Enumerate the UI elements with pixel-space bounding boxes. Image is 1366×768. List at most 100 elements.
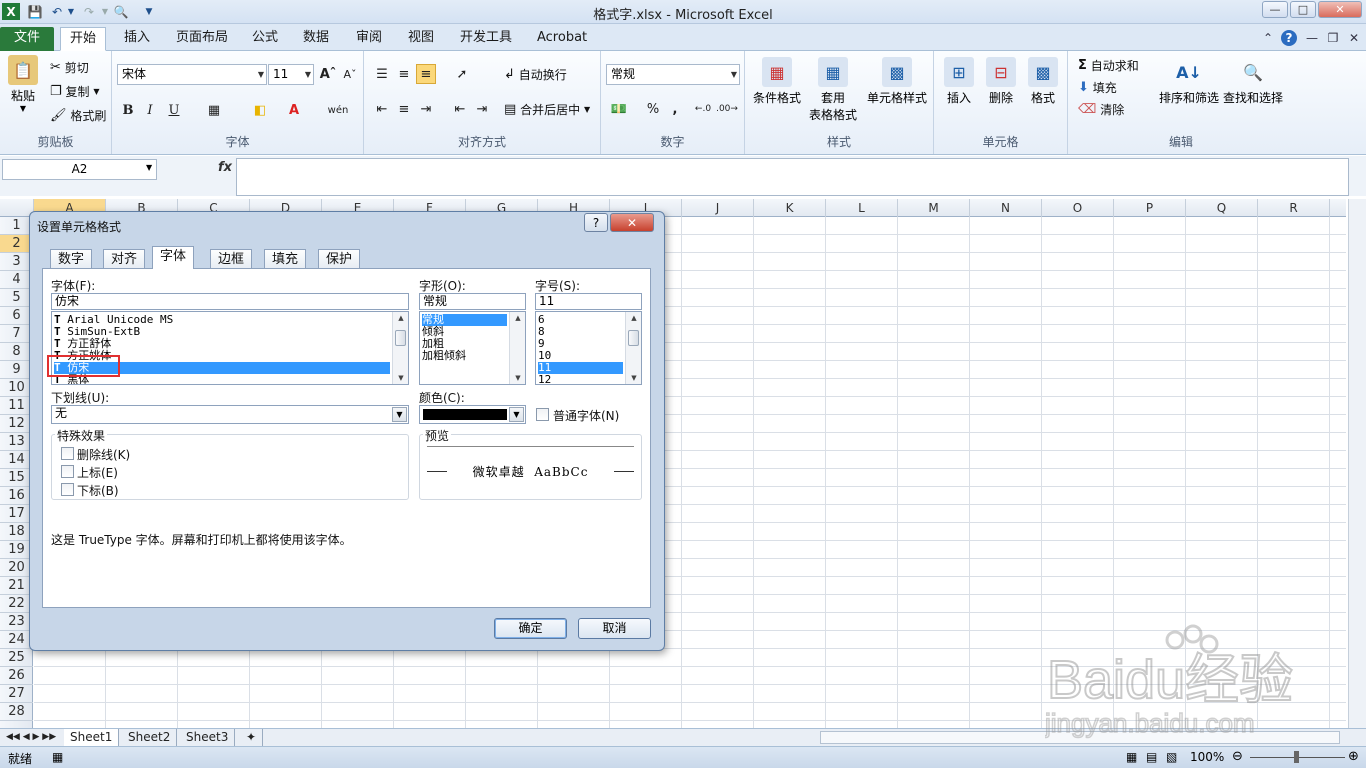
align-middle-icon[interactable]: ≡: [394, 64, 414, 84]
minimize-button[interactable]: —: [1262, 1, 1288, 18]
dialog-help-button[interactable]: ?: [584, 213, 608, 232]
sheet-tab-3[interactable]: Sheet3: [180, 729, 236, 746]
align-left-icon[interactable]: ⇤: [372, 99, 392, 119]
size-list-item[interactable]: 8: [538, 326, 623, 338]
underline-icon[interactable]: U: [164, 100, 184, 120]
font-input[interactable]: 仿宋: [51, 293, 409, 310]
style-list-item[interactable]: 加粗倾斜: [422, 350, 507, 362]
tab-review[interactable]: 审阅: [347, 27, 391, 51]
tab-developer[interactable]: 开发工具: [451, 27, 521, 51]
zoom-slider-thumb[interactable]: [1294, 751, 1299, 763]
tab-acrobat[interactable]: Acrobat: [528, 27, 596, 51]
subscript-checkbox[interactable]: [61, 483, 74, 496]
scroll-down-icon[interactable]: ▼: [393, 372, 408, 384]
size-list-item[interactable]: 12: [538, 374, 623, 385]
doc-minimize-icon[interactable]: —: [1304, 30, 1320, 46]
phonetic-icon[interactable]: wén: [328, 100, 349, 120]
format-painter-button[interactable]: 🖌 格式刷: [50, 107, 106, 124]
scroll-down-icon[interactable]: ▼: [510, 372, 525, 384]
increase-decimal-icon[interactable]: ←.0: [693, 99, 713, 119]
row-header-25[interactable]: 25: [0, 649, 33, 667]
font-list-scrollbar[interactable]: ▲ ▼: [392, 312, 408, 384]
copy-button[interactable]: ❐ 复制 ▼: [50, 83, 99, 100]
column-header-j[interactable]: J: [682, 199, 754, 217]
page-layout-view-icon[interactable]: ▤: [1146, 750, 1157, 764]
delete-cells-button[interactable]: ⊟ 删除: [982, 57, 1020, 106]
vertical-scrollbar[interactable]: [1348, 199, 1366, 728]
sheet-tab-1[interactable]: Sheet1: [64, 729, 120, 746]
find-select-button[interactable]: 🔍 查找和选择: [1222, 57, 1284, 106]
size-listbox[interactable]: 6 8 9 10 11 12 ▲ ▼: [535, 311, 642, 385]
color-select[interactable]: ▼: [419, 405, 526, 424]
align-bottom-icon[interactable]: ≡: [416, 64, 436, 84]
dialog-tab-border[interactable]: 边框: [210, 249, 253, 269]
tab-page-layout[interactable]: 页面布局: [167, 27, 237, 51]
row-header-26[interactable]: 26: [0, 667, 33, 685]
column-header-n[interactable]: N: [970, 199, 1042, 217]
insert-cells-button[interactable]: ⊞ 插入: [940, 57, 978, 106]
sheet-tab-2[interactable]: Sheet2: [122, 729, 178, 746]
page-break-view-icon[interactable]: ▧: [1166, 750, 1177, 764]
scroll-down-icon[interactable]: ▼: [626, 372, 641, 384]
new-sheet-icon[interactable]: ✦: [240, 729, 264, 746]
zoom-out-icon[interactable]: ⊖: [1232, 749, 1243, 764]
paste-button[interactable]: 📋 粘贴 ▼: [4, 55, 42, 113]
ok-button[interactable]: 确定: [494, 618, 567, 639]
decrease-decimal-icon[interactable]: .00→: [716, 99, 738, 119]
bold-icon[interactable]: B: [118, 100, 138, 120]
underline-select[interactable]: 无 ▼: [51, 405, 409, 424]
font-name-combo[interactable]: 宋体 ▼: [117, 64, 267, 85]
size-list-item[interactable]: 6: [538, 314, 623, 326]
tab-formulas[interactable]: 公式: [243, 27, 287, 51]
fill-button[interactable]: ⬇ 填充: [1078, 79, 1117, 96]
dialog-close-button[interactable]: ✕: [610, 213, 654, 232]
help-icon[interactable]: ?: [1281, 30, 1297, 46]
insert-function-icon[interactable]: fx: [218, 160, 232, 175]
formula-input[interactable]: [236, 158, 1349, 196]
column-header-m[interactable]: M: [898, 199, 970, 217]
normal-view-icon[interactable]: ▦: [1126, 750, 1137, 764]
accounting-format-icon[interactable]: 💵: [609, 99, 629, 119]
normal-font-checkbox[interactable]: [536, 408, 549, 421]
autosum-button[interactable]: Σ 自动求和: [1078, 57, 1139, 74]
grow-font-icon[interactable]: Aˆ: [318, 64, 338, 84]
comma-style-button[interactable]: ,: [665, 99, 685, 119]
conditional-format-button[interactable]: ▦ 条件格式: [749, 57, 805, 106]
size-list-scrollbar[interactable]: ▲ ▼: [625, 312, 641, 384]
sort-filter-button[interactable]: A↓ 排序和筛选: [1158, 57, 1220, 106]
style-listbox[interactable]: 常规 倾斜 加粗 加粗倾斜 ▲ ▼: [419, 311, 526, 385]
name-box[interactable]: A2: [2, 159, 157, 180]
decrease-indent-icon[interactable]: ⇤: [450, 99, 470, 119]
doc-close-icon[interactable]: ✕: [1346, 30, 1362, 46]
column-header-l[interactable]: L: [826, 199, 898, 217]
doc-restore-icon[interactable]: ❐: [1325, 30, 1341, 46]
borders-icon[interactable]: ▦: [204, 100, 224, 120]
dialog-tab-number[interactable]: 数字: [50, 249, 93, 269]
strikethrough-checkbox[interactable]: [61, 447, 74, 460]
align-top-icon[interactable]: ☰: [372, 64, 392, 84]
align-center-icon[interactable]: ≡: [394, 99, 414, 119]
orientation-icon[interactable]: ➚: [452, 64, 472, 84]
scroll-up-icon[interactable]: ▲: [393, 312, 408, 324]
cell-styles-button[interactable]: ▩ 单元格样式: [863, 57, 931, 106]
font-color-icon[interactable]: A: [284, 100, 304, 120]
dialog-tab-alignment[interactable]: 对齐: [103, 249, 146, 269]
dialog-tab-fill[interactable]: 填充: [264, 249, 307, 269]
cut-button[interactable]: ✂ 剪切: [50, 59, 89, 76]
format-cells-button[interactable]: ▩ 格式: [1024, 57, 1062, 106]
tab-data[interactable]: 数据: [294, 27, 338, 51]
row-header-28[interactable]: 28: [0, 703, 33, 721]
tab-file[interactable]: 文件: [0, 27, 54, 51]
zoom-in-icon[interactable]: ⊕: [1348, 749, 1359, 764]
scroll-thumb[interactable]: [395, 330, 406, 346]
tab-insert[interactable]: 插入: [115, 27, 159, 51]
close-button[interactable]: ✕: [1318, 1, 1362, 18]
font-size-combo[interactable]: 11 ▼: [268, 64, 314, 85]
scroll-thumb[interactable]: [628, 330, 639, 346]
ribbon-collapse-icon[interactable]: ⌃: [1260, 30, 1276, 46]
column-header-r[interactable]: R: [1258, 199, 1330, 217]
sheet-nav-icon[interactable]: ◀◀ ◀ ▶ ▶▶: [0, 729, 62, 746]
align-right-icon[interactable]: ⇥: [416, 99, 436, 119]
percent-style-button[interactable]: %: [643, 99, 663, 119]
cancel-button[interactable]: 取消: [578, 618, 651, 639]
